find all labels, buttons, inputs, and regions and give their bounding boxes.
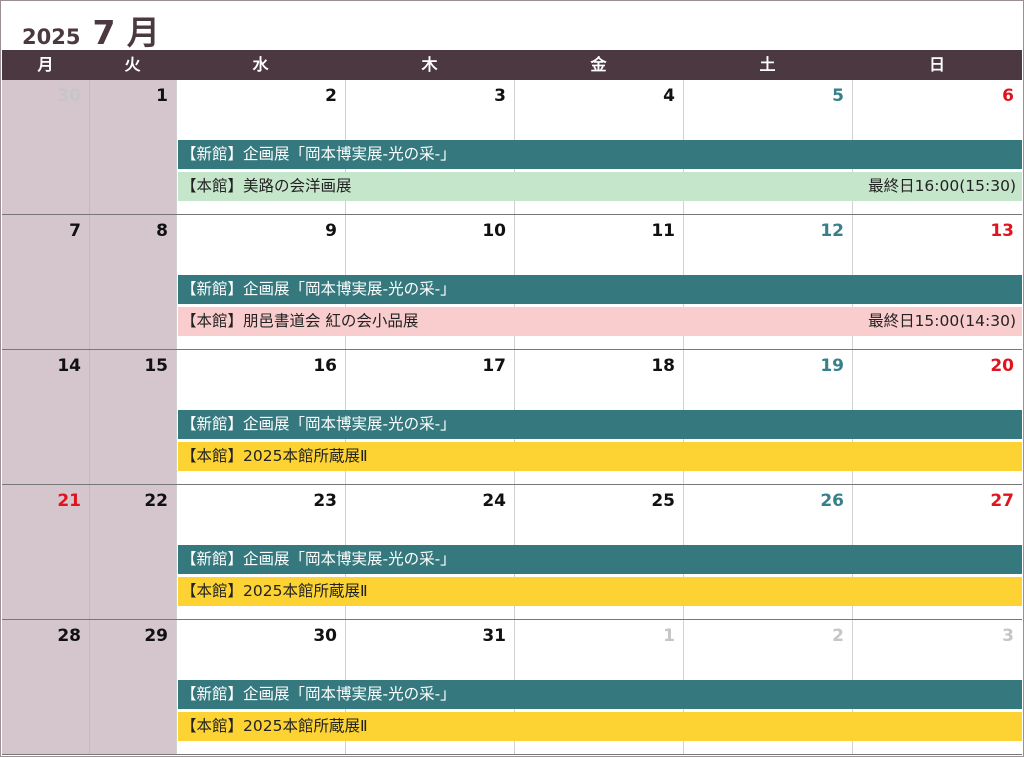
day-number: 24	[482, 491, 506, 511]
day-number: 2	[832, 626, 844, 646]
day-cell[interactable]: 29	[89, 620, 176, 754]
day-cell[interactable]: 14	[2, 350, 89, 484]
day-number: 1	[156, 86, 168, 106]
main-event-end-time: 最終日15:00(14:30)	[868, 312, 1016, 330]
day-cell[interactable]: 21	[2, 485, 89, 619]
calendar-week: 28 29 30 31 1 2 3 【新館】企画展「岡本博実展-光の采-」【本館】2025本館…	[2, 620, 1022, 755]
day-cell[interactable]: 8	[89, 215, 176, 349]
main-wing-event-bar[interactable]: 【本館】朋邑書道会 紅の会小品展 最終日15:00(14:30)	[178, 307, 1022, 336]
weekday-thu: 木	[421, 55, 438, 74]
main-event-title: 【本館】2025本館所蔵展Ⅱ	[181, 717, 368, 735]
day-cell[interactable]: 30	[2, 80, 89, 214]
day-number: 22	[144, 491, 168, 511]
day-cell[interactable]: 28	[2, 620, 89, 754]
weekday-tue: 火	[124, 55, 141, 74]
day-number: 1	[663, 626, 675, 646]
day-number: 30	[313, 626, 337, 646]
new-wing-event-bar[interactable]: 【新館】企画展「岡本博実展-光の采-」	[178, 275, 1022, 304]
day-number: 17	[482, 356, 506, 376]
day-cell[interactable]: 15	[89, 350, 176, 484]
day-number: 10	[482, 221, 506, 241]
day-number: 20	[990, 356, 1014, 376]
day-number: 23	[313, 491, 337, 511]
calendar-week: 14 15 16 17 18 19 20 【新館】企画展「岡本博実展-光の采-」【本館】202…	[2, 350, 1022, 485]
main-wing-event-bar[interactable]: 【本館】美路の会洋画展 最終日16:00(15:30)	[178, 172, 1022, 201]
main-event-title: 【本館】美路の会洋画展	[181, 177, 352, 195]
day-number: 8	[156, 221, 168, 241]
weekday-sat: 土	[759, 55, 776, 74]
day-number: 15	[144, 356, 168, 376]
day-number: 12	[820, 221, 844, 241]
day-number: 25	[651, 491, 675, 511]
day-number: 19	[820, 356, 844, 376]
day-number: 29	[144, 626, 168, 646]
day-cell[interactable]: 7	[2, 215, 89, 349]
day-number: 28	[57, 626, 81, 646]
main-wing-event-bar[interactable]: 【本館】2025本館所蔵展Ⅱ	[178, 577, 1022, 606]
weekday-header: 月 火 水 木 金 土 日	[2, 50, 1022, 80]
day-number: 4	[663, 86, 675, 106]
day-number: 6	[1002, 86, 1014, 106]
calendar-week: 7 8 9 10 11 12 13 【新館】企画展「岡本博実展-光の采-」 【本館】朋邑書道会 …	[2, 215, 1022, 350]
main-event-title: 【本館】2025本館所蔵展Ⅱ	[181, 447, 368, 465]
day-cell[interactable]: 1	[89, 80, 176, 214]
main-event-title: 【本館】2025本館所蔵展Ⅱ	[181, 582, 368, 600]
day-number: 2	[325, 86, 337, 106]
day-number: 18	[651, 356, 675, 376]
day-number: 3	[1002, 626, 1014, 646]
day-number: 16	[313, 356, 337, 376]
weekday-sun: 日	[928, 55, 945, 74]
day-number: 7	[69, 221, 81, 241]
day-number: 9	[325, 221, 337, 241]
main-event-title: 【本館】朋邑書道会 紅の会小品展	[181, 312, 419, 330]
new-wing-event-bar[interactable]: 【新館】企画展「岡本博実展-光の采-」	[178, 680, 1022, 709]
weekday-wed: 水	[252, 55, 269, 74]
main-wing-event-bar[interactable]: 【本館】2025本館所蔵展Ⅱ	[178, 712, 1022, 741]
new-wing-event-bar[interactable]: 【新館】企画展「岡本博実展-光の采-」	[178, 545, 1022, 574]
year-label: 2025	[22, 25, 81, 49]
day-number: 5	[832, 86, 844, 106]
day-number: 11	[651, 221, 675, 241]
weekday-mon: 月	[37, 55, 54, 74]
day-number: 30	[57, 86, 81, 106]
new-wing-event-bar[interactable]: 【新館】企画展「岡本博実展-光の采-」	[178, 410, 1022, 439]
day-number: 14	[57, 356, 81, 376]
weekday-fri: 金	[590, 55, 607, 74]
main-wing-event-bar[interactable]: 【本館】2025本館所蔵展Ⅱ	[178, 442, 1022, 471]
day-number: 31	[482, 626, 506, 646]
main-event-end-time: 最終日16:00(15:30)	[868, 177, 1016, 195]
day-cell[interactable]: 22	[89, 485, 176, 619]
day-number: 21	[57, 491, 81, 511]
day-number: 26	[820, 491, 844, 511]
calendar-title: 2025 7 月	[22, 6, 160, 52]
calendar-week: 30 1 2 3 4 5 6 【新館】企画展「岡本博実展-光の采-」【本館】美路の会洋画展 最終…	[2, 80, 1022, 215]
month-label: 7 月	[92, 13, 160, 52]
new-wing-event-bar[interactable]: 【新館】企画展「岡本博実展-光の采-」	[178, 140, 1022, 169]
day-number: 27	[990, 491, 1014, 511]
day-number: 3	[494, 86, 506, 106]
calendar-week: 21 22 23 24 25 26 27 【新館】企画展「岡本博実展-光の采-」【本館】202…	[2, 485, 1022, 620]
day-number: 13	[990, 221, 1014, 241]
